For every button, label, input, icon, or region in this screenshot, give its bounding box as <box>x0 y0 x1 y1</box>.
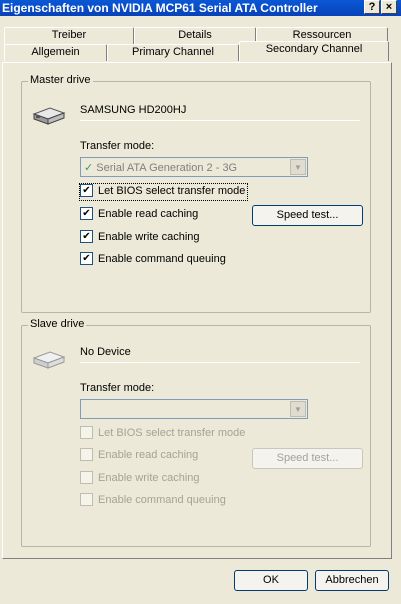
checkbox-label: Enable read caching <box>98 449 199 461</box>
master-drive-legend: Master drive <box>28 74 93 86</box>
checkbox-icon[interactable] <box>80 493 93 506</box>
slave-transfer-mode-select[interactable]: ▼ <box>80 399 308 419</box>
slave-device-name: No Device <box>80 346 131 358</box>
tab-label: Details <box>178 29 212 41</box>
slave-speed-test-button[interactable]: Speed test... <box>252 448 363 469</box>
hard-drive-disabled-icon <box>32 348 66 373</box>
master-cb-bios-select[interactable]: ✔ Let BIOS select transfer mode <box>78 183 249 201</box>
divider <box>80 362 360 363</box>
checkbox-label: Enable write caching <box>98 472 200 484</box>
slave-drive-group: Slave drive No Device Transfer mode: ▼ L… <box>21 318 371 547</box>
checkbox-label: Enable read caching <box>98 208 199 220</box>
tab-details[interactable]: Details <box>134 27 256 44</box>
checkbox-icon[interactable] <box>80 426 93 439</box>
master-transfer-mode-select[interactable]: ✓ Serial ATA Generation 2 - 3G ▼ <box>80 157 308 177</box>
close-button[interactable]: × <box>381 0 397 14</box>
tab-primary-channel[interactable]: Primary Channel <box>107 44 239 61</box>
master-drive-group: Master drive SAMSUNG HD200HJ Transfer mo… <box>21 74 371 313</box>
master-speed-test-button[interactable]: Speed test... <box>252 205 363 226</box>
slave-cb-bios-select[interactable]: Let BIOS select transfer mode <box>80 426 245 442</box>
tab-label: Primary Channel <box>132 46 214 58</box>
slave-drive-legend: Slave drive <box>28 318 87 330</box>
slave-cb-command-queuing[interactable]: Enable command queuing <box>80 493 226 509</box>
tab-secondary-channel[interactable]: Secondary Channel <box>239 41 389 61</box>
checkbox-label: Enable command queuing <box>98 253 226 265</box>
tab-label: Treiber <box>51 29 87 41</box>
master-cb-read-caching[interactable]: ✔ Enable read caching <box>80 207 198 223</box>
checkbox-label: Enable command queuing <box>98 494 226 506</box>
tab-treiber[interactable]: Treiber <box>4 27 134 44</box>
checkbox-checked-icon[interactable]: ✔ <box>80 252 93 265</box>
master-transfer-mode-label: Transfer mode: <box>80 140 155 152</box>
tab-label: Allgemein <box>31 46 80 58</box>
divider <box>80 120 360 121</box>
master-transfer-mode-text: Serial ATA Generation 2 - 3G <box>96 162 238 174</box>
checkbox-checked-icon[interactable]: ✔ <box>80 184 93 197</box>
checkbox-icon[interactable] <box>80 471 93 484</box>
checkbox-label: Let BIOS select transfer mode <box>98 185 246 197</box>
check-icon: ✓ <box>84 162 94 174</box>
checkbox-label: Enable write caching <box>98 231 200 243</box>
help-button[interactable]: ? <box>364 0 380 14</box>
window-title: Eigenschaften von NVIDIA MCP61 Serial AT… <box>2 1 318 15</box>
tab-label: Secondary Channel <box>265 43 363 55</box>
slave-cb-write-caching[interactable]: Enable write caching <box>80 471 200 487</box>
tab-panel: Master drive SAMSUNG HD200HJ Transfer mo… <box>2 62 392 559</box>
window-titlebar: Eigenschaften von NVIDIA MCP61 Serial AT… <box>0 0 401 16</box>
slave-transfer-mode-label: Transfer mode: <box>80 382 155 394</box>
tab-label: Ressourcen <box>292 29 352 41</box>
master-cb-command-queuing[interactable]: ✔ Enable command queuing <box>80 252 226 268</box>
ok-button[interactable]: OK <box>234 570 308 591</box>
master-transfer-mode-value: ✓ Serial ATA Generation 2 - 3G <box>84 161 237 174</box>
chevron-down-icon[interactable]: ▼ <box>290 401 306 417</box>
checkbox-label: Let BIOS select transfer mode <box>98 427 246 439</box>
hard-drive-icon <box>32 104 66 129</box>
master-cb-write-caching[interactable]: ✔ Enable write caching <box>80 230 200 246</box>
checkbox-icon[interactable] <box>80 448 93 461</box>
cancel-button[interactable]: Abbrechen <box>315 570 389 591</box>
chevron-down-icon[interactable]: ▼ <box>290 159 306 175</box>
master-device-name: SAMSUNG HD200HJ <box>80 104 187 116</box>
tab-allgemein[interactable]: Allgemein <box>4 44 107 61</box>
slave-cb-read-caching[interactable]: Enable read caching <box>80 448 198 464</box>
checkbox-checked-icon[interactable]: ✔ <box>80 230 93 243</box>
checkbox-checked-icon[interactable]: ✔ <box>80 207 93 220</box>
